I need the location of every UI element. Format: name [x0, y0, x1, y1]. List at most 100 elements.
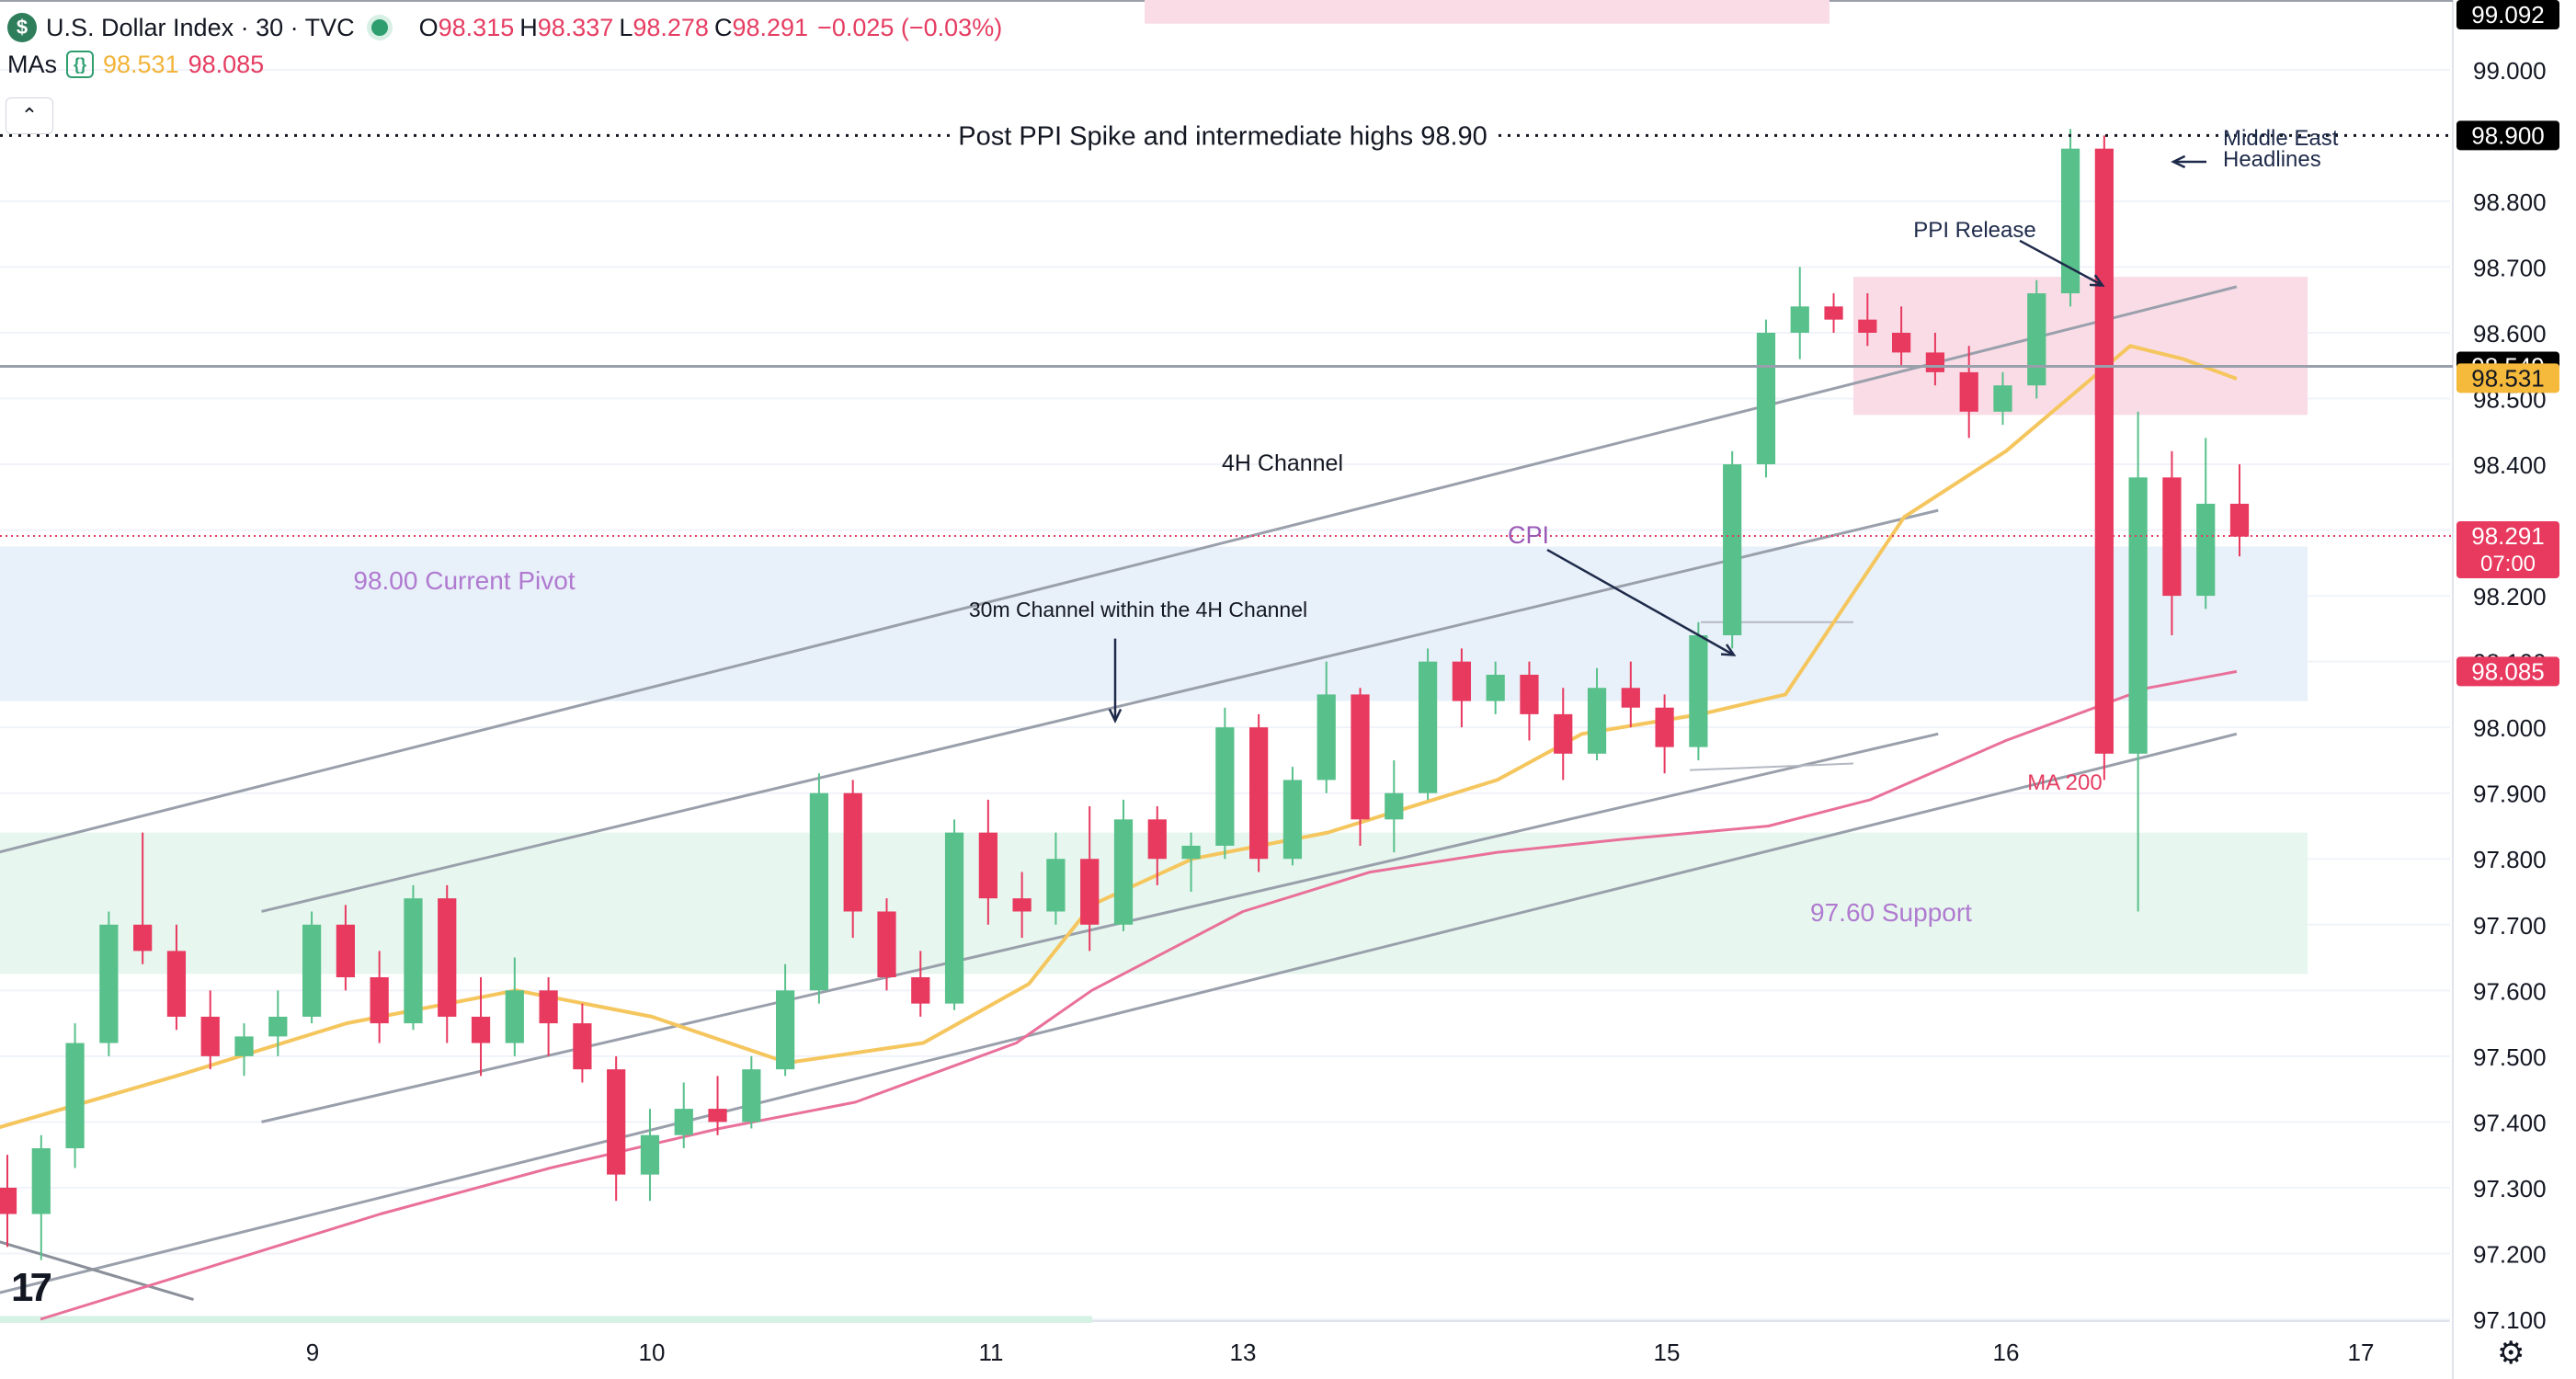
zone-bottom-strip	[0, 1316, 1092, 1323]
annotation-text[interactable]: PPI Release	[1913, 218, 2035, 243]
annotation-text[interactable]: 30m Channel within the 4H Channel	[969, 598, 1307, 621]
candle-body[interactable]	[302, 924, 322, 1017]
candle-body[interactable]	[708, 1109, 727, 1123]
candle-body[interactable]	[0, 1187, 17, 1214]
ma-slow-line[interactable]	[40, 669, 2238, 1321]
candle-body[interactable]	[2196, 503, 2216, 597]
candle-body[interactable]	[1925, 352, 1945, 372]
y-tick-label: 98.400	[2473, 451, 2547, 479]
candle-body[interactable]	[843, 792, 862, 912]
candle-body[interactable]	[640, 1134, 660, 1175]
candle-body[interactable]	[1587, 688, 1607, 754]
candle-body[interactable]	[1249, 727, 1269, 860]
price-tag-countdown: 07:00	[2480, 552, 2536, 576]
candle-body[interactable]	[1282, 780, 1303, 860]
y-tick-label: 97.100	[2473, 1306, 2547, 1334]
candle-body[interactable]	[539, 990, 558, 1024]
candle-body[interactable]	[1351, 694, 1370, 820]
candle-body[interactable]	[573, 1023, 592, 1070]
candle-body[interactable]	[2128, 477, 2148, 754]
candle-body[interactable]	[1892, 332, 1911, 353]
gear-icon[interactable]: ⚙	[2497, 1335, 2525, 1372]
candle-body[interactable]	[1147, 819, 1167, 860]
annotation-text[interactable]: 4H Channel	[1222, 450, 1343, 476]
x-tick-label: 11	[979, 1339, 1004, 1366]
zone	[1852, 277, 2308, 416]
candle-body[interactable]	[877, 911, 896, 978]
candle-body[interactable]	[1756, 332, 1776, 465]
candle-body[interactable]	[268, 1016, 288, 1037]
annotation-text[interactable]: MA 200	[2027, 770, 2102, 795]
candle-body[interactable]	[1723, 464, 1742, 636]
candle-body[interactable]	[1418, 661, 1438, 793]
candle-body[interactable]	[1554, 713, 1573, 754]
candle-body[interactable]	[1012, 898, 1032, 912]
candle-body[interactable]	[1316, 694, 1336, 781]
candle-body[interactable]	[1520, 674, 1539, 714]
symbol-title[interactable]: U.S. Dollar Index · 30 · TVC	[46, 14, 355, 42]
candle-body[interactable]	[776, 990, 795, 1070]
candle-body[interactable]	[2027, 293, 2046, 386]
candle-body[interactable]	[674, 1109, 693, 1135]
candle-body[interactable]	[2229, 503, 2250, 537]
x-tick-label: 9	[306, 1339, 319, 1366]
y-tick-label: 98.700	[2473, 254, 2547, 281]
candle-body[interactable]	[234, 1036, 254, 1056]
candle-body[interactable]	[1046, 859, 1066, 912]
candle-body[interactable]	[978, 832, 997, 899]
candle-body[interactable]	[133, 924, 153, 952]
candle-body[interactable]	[1858, 319, 1877, 333]
ohlc-key: L	[619, 13, 633, 41]
candle-body[interactable]	[1993, 385, 2012, 412]
zone-label: 97.60 Support	[1810, 898, 1972, 927]
candle-body[interactable]	[404, 898, 423, 1024]
candle-body[interactable]	[2162, 477, 2182, 597]
annotation-text[interactable]: CPI	[1508, 521, 1549, 549]
candle-body[interactable]	[1215, 727, 1235, 846]
candle-body[interactable]	[65, 1043, 85, 1149]
candle-body[interactable]	[742, 1069, 761, 1123]
price-tag-label: 98.531	[2471, 364, 2545, 392]
candle-body[interactable]	[99, 924, 119, 1043]
candle-body[interactable]	[471, 1016, 491, 1043]
candle-body[interactable]	[166, 951, 187, 1017]
candle-body[interactable]	[370, 977, 389, 1024]
candle-body[interactable]	[607, 1069, 626, 1175]
candle-body[interactable]	[911, 977, 930, 1004]
candle-body[interactable]	[1621, 688, 1640, 708]
ohlc-value: 98.291	[732, 13, 809, 41]
candle-body[interactable]	[200, 1016, 220, 1056]
candle-body[interactable]	[809, 792, 829, 991]
y-tick-label: 98.800	[2473, 188, 2547, 216]
chart-legend: $ U.S. Dollar Index · 30 · TVC O98.315 H9…	[7, 9, 1002, 83]
candle-body[interactable]	[31, 1148, 51, 1214]
candle-body[interactable]	[1655, 707, 1674, 747]
braces-icon[interactable]: {}	[66, 51, 94, 78]
dollar-sign-icon[interactable]: $	[7, 13, 37, 42]
candle-body[interactable]	[1385, 792, 1404, 820]
ohlc-key: O	[418, 13, 439, 41]
collapse-legend-button[interactable]: ⌃	[6, 97, 53, 134]
ma-label[interactable]: MAs	[7, 51, 57, 79]
candle-body[interactable]	[1824, 306, 1843, 320]
candle-body[interactable]	[2094, 148, 2114, 754]
candle-body[interactable]	[1181, 845, 1201, 860]
channel-trendline[interactable]	[0, 732, 2238, 1299]
candle-body[interactable]	[505, 990, 524, 1043]
price-tag-label: 98.291	[2471, 522, 2545, 550]
candle-body[interactable]	[1113, 819, 1134, 925]
candle-body[interactable]	[1790, 306, 1809, 333]
candle-body[interactable]	[1689, 635, 1708, 747]
candle-body[interactable]	[336, 924, 355, 978]
y-tick-label: 99.000	[2473, 57, 2547, 85]
annotation-text[interactable]: Headlines	[2223, 147, 2321, 172]
chart[interactable]: 98.00 Current Pivot 97.60 Support Post PP…	[0, 0, 2576, 1379]
candle-body[interactable]	[944, 832, 964, 1004]
highs-label: Post PPI Spike and intermediate highs 98…	[958, 121, 1487, 151]
candle-body[interactable]	[438, 898, 457, 1017]
candle-body[interactable]	[1080, 859, 1100, 925]
candle-body[interactable]	[1486, 674, 1505, 701]
y-tick-label: 97.600	[2473, 977, 2547, 1005]
candle-body[interactable]	[1452, 661, 1471, 701]
candle-body[interactable]	[1959, 371, 1978, 412]
